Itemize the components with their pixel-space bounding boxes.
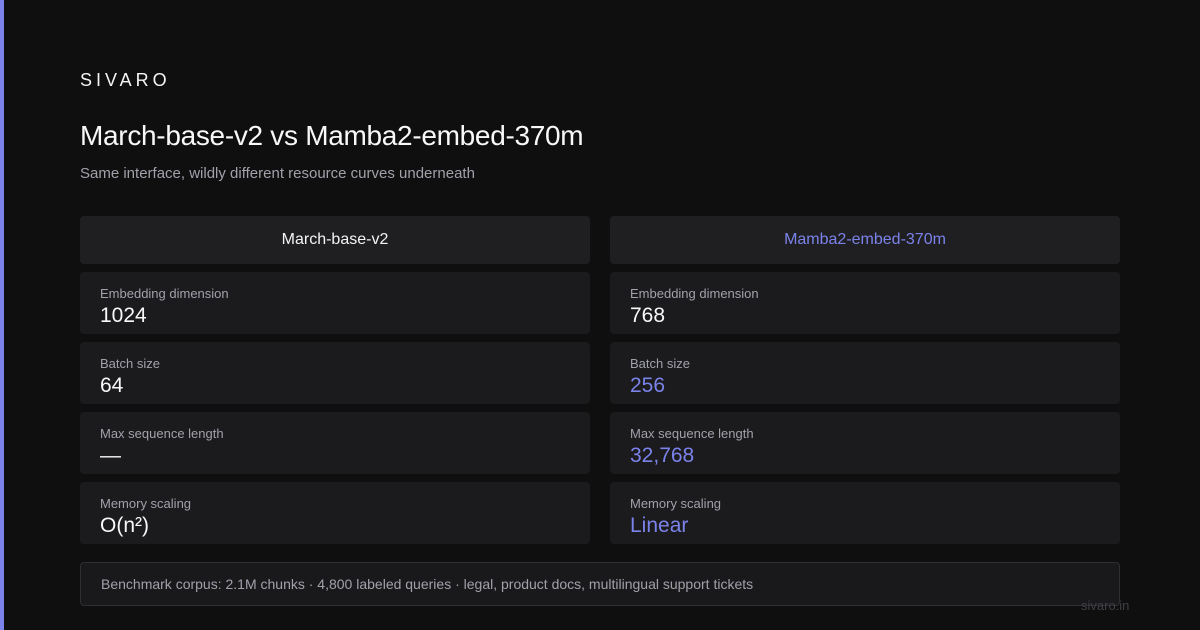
metric-memory-scaling-right: Memory scaling Linear (610, 482, 1120, 544)
model-header-right: Mamba2-embed-370m (610, 216, 1120, 264)
page-title: March-base-v2 vs Mamba2-embed-370m (80, 120, 584, 151)
model-column-left: March-base-v2 Embedding dimension 1024 B… (80, 216, 590, 552)
metric-value: 64 (100, 374, 124, 397)
metric-label: Memory scaling (630, 496, 722, 511)
metric-max-sequence-length-right: Max sequence length 32,768 (610, 412, 1120, 474)
metric-label: Memory scaling (100, 496, 192, 511)
page-subtitle: Same interface, wildly different resourc… (80, 165, 475, 182)
brand-logo: SIVARO (80, 70, 171, 90)
metric-batch-size-right: Batch size 256 (610, 342, 1120, 404)
metric-label: Batch size (100, 356, 160, 371)
model-header-left: March-base-v2 (80, 216, 590, 264)
metric-memory-scaling-left: Memory scaling O(n²) (80, 482, 590, 544)
metric-embedding-dimension-right: Embedding dimension 768 (610, 272, 1120, 334)
site-url: sivaro.in (1081, 598, 1130, 613)
og-card: SIVARO March-base-v2 vs Mamba2-embed-370… (0, 0, 1200, 630)
metric-embedding-dimension-left: Embedding dimension 1024 (80, 272, 590, 334)
metric-value-highlight: 256 (630, 374, 666, 397)
metric-label: Embedding dimension (100, 286, 229, 301)
metric-value: — (100, 444, 121, 467)
metric-value: O(n²) (100, 514, 149, 537)
metric-label: Embedding dimension (630, 286, 759, 301)
metric-batch-size-left: Batch size 64 (80, 342, 590, 404)
metric-label: Max sequence length (630, 426, 754, 441)
metric-max-sequence-length-left: Max sequence length — (80, 412, 590, 474)
metric-value-highlight: Linear (630, 514, 689, 537)
metric-value: 768 (630, 304, 666, 327)
metric-value-highlight: 32,768 (630, 444, 695, 467)
accent-bar (0, 0, 4, 630)
metric-label: Max sequence length (100, 426, 224, 441)
metric-label: Batch size (630, 356, 690, 371)
model-column-right: Mamba2-embed-370m Embedding dimension 76… (610, 216, 1120, 552)
metric-value: 1024 (100, 304, 147, 327)
benchmark-footnote: Benchmark corpus: 2.1M chunks · 4,800 la… (80, 562, 1120, 606)
